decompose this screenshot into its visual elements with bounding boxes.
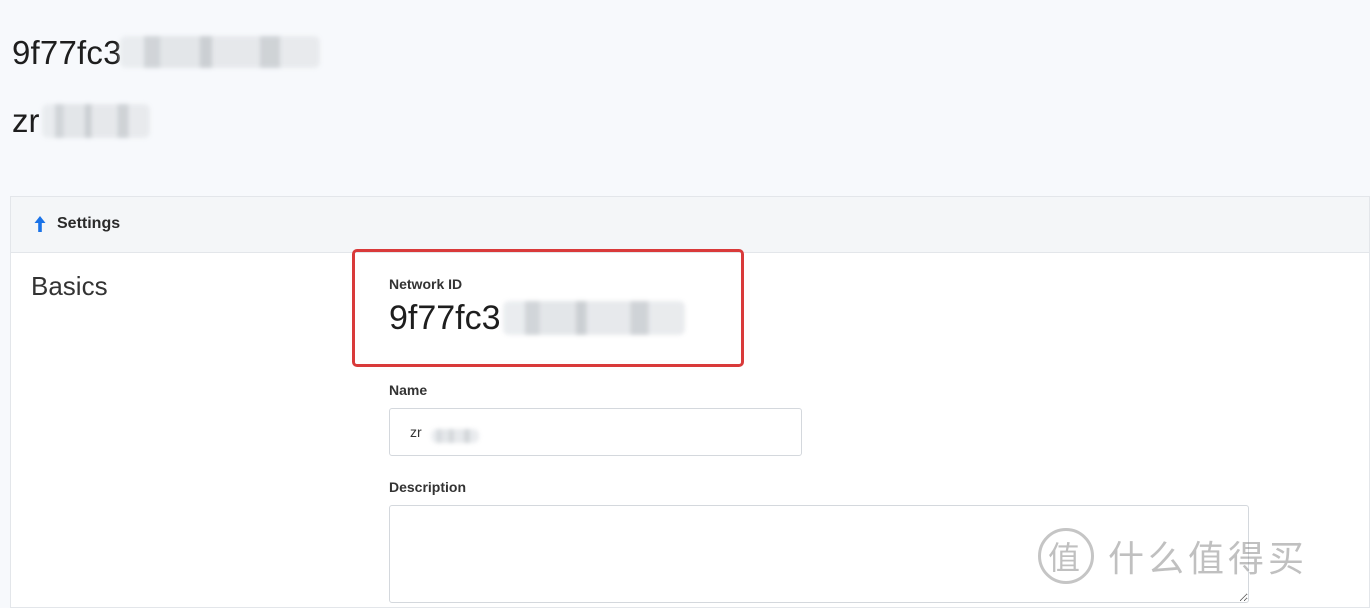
redacted-id-blur xyxy=(120,36,320,68)
settings-toggle[interactable]: Settings xyxy=(33,211,120,237)
settings-label: Settings xyxy=(57,215,121,232)
watermark-logo: 值 xyxy=(1038,528,1094,584)
watermark-text: 什么值得买 xyxy=(1108,539,1309,580)
network-id-heading: 9f77fc3 xyxy=(12,34,122,72)
section-title-basics: Basics xyxy=(31,271,108,301)
network-id-value: 9f77fc3 xyxy=(389,299,501,337)
network-name-heading: zr xyxy=(12,102,40,140)
redacted-name-blur xyxy=(42,104,150,138)
arrow-up-icon xyxy=(34,216,46,232)
network-header: 9f77fc3 zr xyxy=(0,0,1370,196)
network-id-label: Network ID xyxy=(389,276,463,292)
redacted-network-id-blur xyxy=(503,301,685,335)
watermark: 值 什么值得买 xyxy=(1038,528,1308,584)
page: 9f77fc3 zr Settings Basics Network ID 9f… xyxy=(0,0,1370,608)
name-label: Name xyxy=(389,382,428,398)
description-label: Description xyxy=(389,479,467,495)
network-name-heading-text: zr xyxy=(12,102,40,139)
network-id-heading-text: 9f77fc3 xyxy=(12,34,122,71)
redacted-name-input-blur xyxy=(431,429,479,443)
settings-bar: Settings xyxy=(11,197,1369,253)
